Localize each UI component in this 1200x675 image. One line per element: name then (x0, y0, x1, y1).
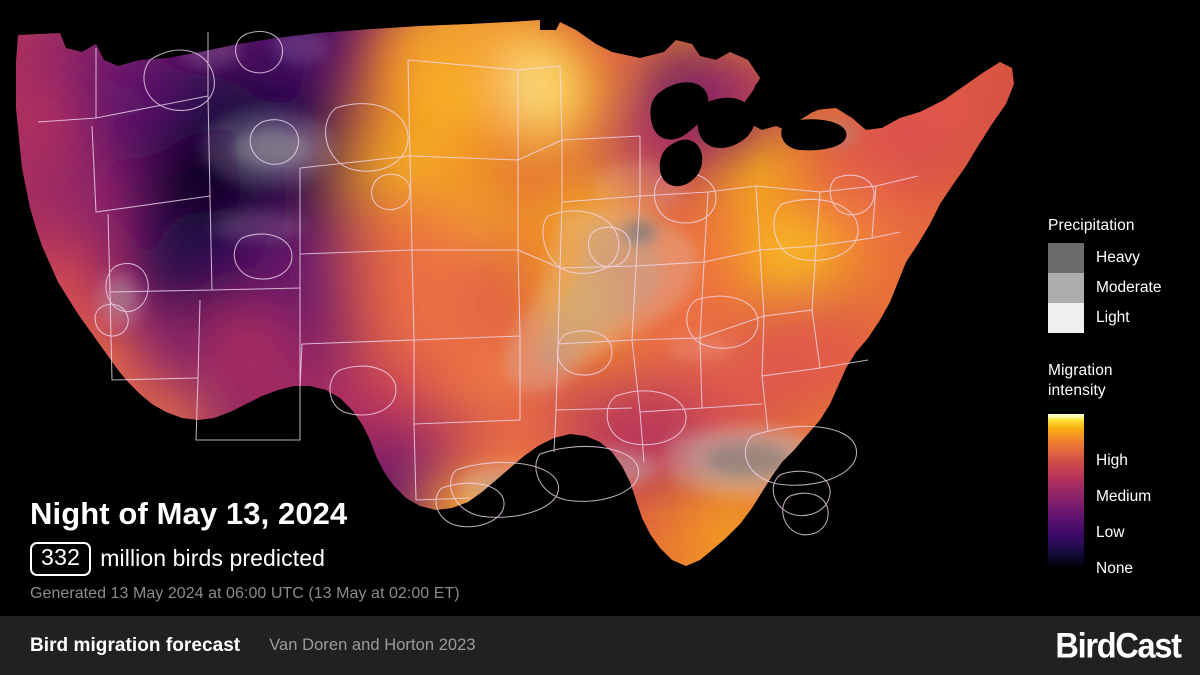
generated-timestamp: Generated 13 May 2024 at 06:00 UTC (13 M… (30, 584, 460, 602)
precipitation-labels: Heavy Moderate Light (1096, 243, 1200, 333)
precip-label-light: Light (1096, 309, 1130, 327)
precipitation-swatches (1048, 243, 1084, 334)
bird-count-badge: 332 (30, 541, 92, 576)
footer-citation: Van Doren and Horton 2023 (269, 636, 476, 654)
forecast-overlay: Night of May 13, 2024 332 million birds … (30, 496, 460, 603)
footer-title: Bird migration forecast (30, 634, 241, 656)
migration-color-ramp (1048, 414, 1084, 571)
page-title: Night of May 13, 2024 (30, 496, 348, 531)
birdcast-logo: BirdCast (1055, 626, 1183, 665)
migration-map: Night of May 13, 2024 332 million birds … (0, 0, 1030, 616)
migration-legend-title: Migration intensity (1048, 362, 1113, 399)
prediction-label: million birds predicted (100, 545, 326, 572)
precipitation-legend-title: Precipitation (1048, 217, 1135, 234)
precip-label-moderate: Moderate (1096, 279, 1162, 297)
precip-label-heavy: Heavy (1096, 249, 1140, 267)
prediction-row: 332 million birds predicted (30, 541, 460, 576)
legend-panel: Precipitation Heavy Moderate Light Migra… (1038, 216, 1200, 586)
migration-labels: High Medium Low None (1096, 414, 1200, 582)
precip-swatch-moderate (1048, 273, 1084, 304)
migration-label-medium: Medium (1096, 488, 1152, 506)
migration-legend: High Medium Low None (1038, 414, 1200, 582)
precipitation-legend: Heavy Moderate Light (1038, 243, 1200, 334)
precip-swatch-light (1048, 303, 1084, 334)
migration-label-low: Low (1096, 524, 1125, 542)
precip-swatch-heavy (1048, 243, 1084, 274)
migration-label-none: None (1096, 560, 1134, 578)
footer-bar: Bird migration forecast Van Doren and Ho… (0, 616, 1200, 675)
migration-label-high: High (1096, 452, 1128, 470)
